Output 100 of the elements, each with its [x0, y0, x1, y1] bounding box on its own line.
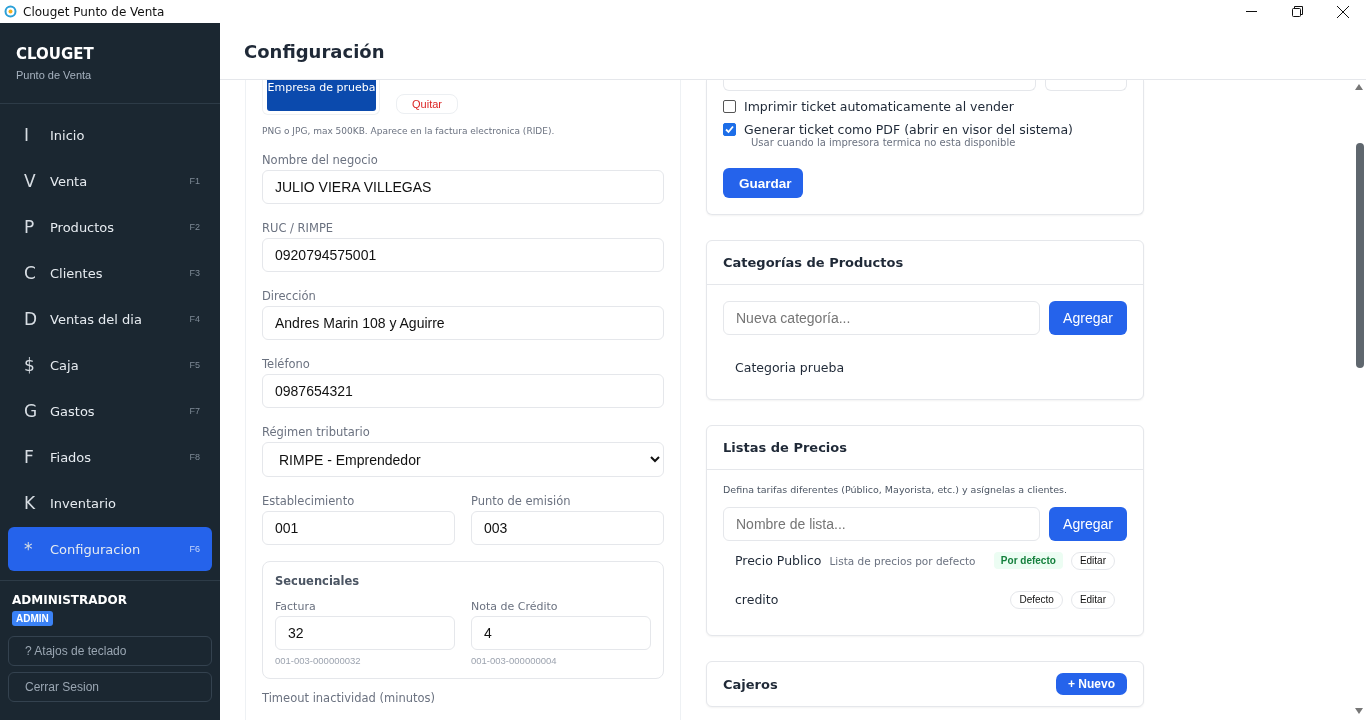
field-label: Nombre del negocio	[262, 153, 379, 167]
nav-letter-icon: I	[24, 125, 50, 145]
input-field[interactable]: 0920794575001	[262, 238, 664, 272]
nav-letter-icon: *	[24, 539, 50, 559]
category-input[interactable]: Nueva categoría...	[723, 301, 1040, 335]
nav-label: Venta	[50, 173, 88, 189]
input-field[interactable]: 0987654321	[262, 374, 664, 408]
nav-item[interactable]: V Venta F1	[8, 159, 212, 203]
scroll-up-icon[interactable]	[1355, 84, 1363, 90]
nav-item[interactable]: F Fiados F8	[8, 435, 212, 479]
option-hint: Usar cuando la impresora termica no esta disponible	[751, 137, 1017, 148]
scrollbar-thumb[interactable]	[1356, 143, 1364, 368]
nav-label: Gastos	[50, 403, 95, 419]
regime-select[interactable]: RIMPE - Emprendedor	[262, 442, 664, 477]
nav-item[interactable]: $ Caja F5	[8, 343, 212, 387]
shortcut-key: F7	[189, 406, 200, 416]
field-label: Factura	[275, 600, 317, 613]
input-field[interactable]: JULIO VIERA VILLEGAS	[262, 170, 664, 204]
price-list-name: Precio Publico	[735, 553, 822, 568]
input-field[interactable]: 32	[275, 616, 455, 650]
nav-item[interactable]: K Inventario	[8, 481, 212, 525]
remove-logo-button[interactable]: Quitar	[396, 94, 458, 114]
edit-button[interactable]: Editar	[1070, 551, 1115, 570]
field-label: Régimen tributario	[262, 425, 371, 439]
price-list-input[interactable]: Nombre de lista...	[723, 507, 1040, 541]
nav-label: Caja	[50, 357, 79, 373]
nav-item[interactable]: * Configuracion F6	[8, 527, 212, 571]
price-list-description: Lista de precios por defecto	[829, 554, 976, 567]
new-cashier-button[interactable]: + Nuevo	[1056, 673, 1127, 695]
nav-letter-icon: F	[24, 447, 50, 467]
formatted-number: 001-003-000000004	[471, 655, 558, 666]
field-label: Dirección	[262, 289, 317, 303]
add-button[interactable]: Agregar	[1049, 301, 1127, 335]
page-title: Configuración	[244, 40, 385, 62]
field-label: Teléfono	[262, 357, 311, 371]
brand-subtitle: Punto de Venta	[16, 69, 93, 81]
nav-letter-icon: P	[24, 217, 50, 237]
input-field[interactable]: 4	[471, 616, 651, 650]
section-title: Secuenciales	[275, 574, 361, 588]
shortcut-key: F4	[189, 314, 200, 324]
field-label: Timeout inactividad (minutos)	[262, 691, 436, 705]
card-title: Categorías de Productos	[723, 255, 904, 270]
field-label: Nota de Crédito	[471, 600, 559, 613]
nav-item[interactable]: D Ventas del dia F4	[8, 297, 212, 341]
logo-hint: PNG o JPG, max 500KB. Aparece en la factura electronica (RIDE).	[262, 126, 556, 136]
nav-label: Productos	[50, 219, 115, 235]
scroll-down-icon[interactable]	[1355, 708, 1363, 714]
checkbox[interactable]	[723, 123, 736, 136]
nav-item[interactable]: G Gastos F7	[8, 389, 212, 433]
nav-label: Fiados	[50, 449, 92, 465]
shortcut-key: F6	[189, 544, 200, 554]
input-field[interactable]	[1045, 80, 1127, 91]
checkbox[interactable]	[723, 100, 736, 113]
nav-letter-icon: V	[24, 171, 50, 191]
shortcuts-button[interactable]: ? Atajos de teclado	[8, 636, 212, 666]
shortcut-key: F1	[189, 176, 200, 186]
restore-icon	[1291, 6, 1303, 17]
price-list-name: credito	[735, 592, 779, 607]
card-title: Listas de Precios	[723, 440, 847, 455]
edit-button[interactable]: Editar	[1070, 590, 1115, 609]
default-badge: Por defecto	[993, 552, 1063, 569]
category-item[interactable]: Categoria prueba	[723, 335, 1127, 383]
checkbox-label: Imprimir ticket automaticamente al vender	[744, 99, 1014, 114]
add-button[interactable]: Agregar	[1049, 507, 1127, 541]
checkbox-label: Generar ticket como PDF (abrir en visor del sistema)	[744, 122, 1073, 137]
window-title: Clouget Punto de Venta	[23, 4, 165, 19]
logout-button[interactable]: Cerrar Sesion	[8, 672, 212, 702]
nav-item[interactable]: C Clientes F3	[8, 251, 212, 295]
input-field[interactable]: 003	[471, 511, 664, 545]
shortcut-key: F8	[189, 452, 200, 462]
nav-letter-icon: C	[24, 263, 50, 283]
logo-preview: Empresa de prueba	[267, 80, 376, 111]
nav-letter-icon: G	[24, 401, 50, 421]
user-name: ADMINISTRADOR	[11, 593, 128, 607]
input-field[interactable]: Andres Marin 108 y Aguirre	[262, 306, 664, 340]
brand-name: CLOUGET	[16, 45, 95, 63]
nav-item[interactable]: I Inicio	[8, 113, 212, 157]
set-default-button[interactable]: Defecto	[1010, 590, 1063, 609]
role-badge: ADMIN	[12, 611, 53, 626]
shortcut-key: F2	[189, 222, 200, 232]
input-field[interactable]: 001	[262, 511, 455, 545]
field-label: Punto de emisión	[471, 494, 572, 508]
shortcut-key: F3	[189, 268, 200, 278]
input-field[interactable]	[723, 80, 1037, 91]
app-logo-icon	[4, 5, 17, 18]
field-label: Establecimiento	[262, 494, 356, 508]
close-icon	[1337, 5, 1349, 18]
nav-item[interactable]: P Productos F2	[8, 205, 212, 249]
field-label: RUC / RIMPE	[262, 221, 335, 235]
nav-label: Configuracion	[50, 541, 141, 557]
nav-letter-icon: K	[24, 493, 50, 513]
save-button[interactable]: Guardar	[723, 168, 803, 198]
nav-label: Clientes	[50, 265, 103, 281]
nav-label: Inicio	[50, 127, 85, 143]
card-description: Defina tarifas diferentes (Público, Mayorista, etc.) y asígnelas a clientes.	[723, 484, 1069, 495]
shortcut-key: F5	[189, 360, 200, 370]
formatted-number: 001-003-000000032	[275, 655, 362, 666]
nav-label: Ventas del dia	[50, 311, 142, 327]
nav-label: Inventario	[50, 495, 116, 511]
nav-letter-icon: D	[24, 309, 50, 329]
